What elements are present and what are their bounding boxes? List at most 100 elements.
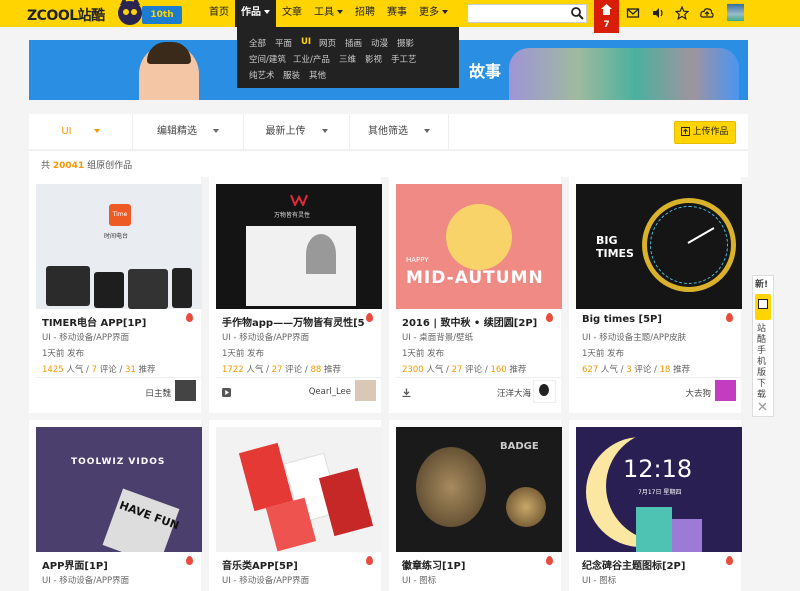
fire-icon (726, 313, 733, 322)
home-notification-button[interactable]: 7 (594, 0, 619, 33)
category-fashion[interactable]: 服装 (283, 69, 300, 81)
chevron-down-icon (264, 10, 270, 14)
category-space[interactable]: 空间/建筑 (249, 53, 286, 65)
nav-contests[interactable]: 赛事 (381, 0, 413, 27)
nav-more[interactable]: 更多 (413, 0, 454, 27)
author-name[interactable]: 大去狗 (685, 387, 711, 399)
notification-count: 7 (603, 20, 610, 30)
nav-works[interactable]: 作品 (235, 0, 276, 27)
zcool-logo[interactable]: ZCOOL站酷 (27, 5, 105, 25)
filter-category[interactable]: UI (29, 114, 133, 149)
work-category[interactable]: UI - 移动设备主题/APP皮肤 (582, 331, 686, 343)
work-title[interactable]: 2016 | 致中秋 • 续团圆[2P] (402, 314, 544, 329)
nav-jobs[interactable]: 招聘 (349, 0, 381, 27)
upload-works-button[interactable]: 上传作品 (674, 121, 736, 144)
chevron-down-icon (442, 10, 448, 14)
category-illustration[interactable]: 插画 (345, 37, 362, 49)
chevron-down-icon (93, 129, 100, 133)
work-thumbnail[interactable]: TOOLWIZ VIDOS HAVE FUN (36, 427, 202, 552)
work-thumbnail[interactable] (216, 427, 382, 552)
search-input[interactable] (467, 4, 587, 23)
work-title[interactable]: 手作物app——万物皆有灵性[5P] (222, 314, 364, 329)
category-ui[interactable]: UI (301, 37, 311, 47)
category-photo[interactable]: 摄影 (397, 37, 414, 49)
fire-icon (366, 313, 373, 322)
category-craft[interactable]: 手工艺 (391, 53, 417, 65)
app-download-sidebar[interactable]: 新! 站 酷 手 机 版 下 载 (752, 275, 774, 417)
chevron-down-icon (337, 10, 343, 14)
work-stats: 2300 人气 / 27 评论 / 160 推荐 (402, 365, 527, 375)
category-anime[interactable]: 动漫 (371, 37, 388, 49)
category-3d[interactable]: 三维 (339, 53, 356, 65)
avatar[interactable] (727, 4, 744, 21)
work-thumbnail[interactable]: Time 时间电台 (36, 184, 202, 309)
works-count-bar: 共 20041 组原创作品 (29, 150, 748, 177)
work-category[interactable]: UI - 移动设备/APP界面 (42, 331, 129, 343)
work-title[interactable]: APP界面[1P] (42, 557, 184, 572)
work-card[interactable]: 音乐类APP[5P] UI - 移动设备/APP界面 (209, 420, 382, 591)
anniversary-badge[interactable]: 10th (142, 6, 182, 24)
category-web[interactable]: 网页 (319, 37, 336, 49)
nav-tools[interactable]: 工具 (308, 0, 349, 27)
category-film[interactable]: 影视 (365, 53, 382, 65)
filter-other[interactable]: 其他筛选 (350, 114, 449, 149)
author-avatar[interactable] (175, 380, 196, 401)
fire-icon (546, 556, 553, 565)
work-thumbnail[interactable]: 12:18 7月17日 星期四 (576, 427, 742, 552)
work-thumbnail[interactable]: HAPPY MID-AUTUMN (396, 184, 562, 309)
work-title[interactable]: 徽章练习[1P] (402, 557, 544, 572)
work-thumbnail[interactable]: 万物皆有灵性 (216, 184, 382, 309)
mail-icon[interactable] (626, 6, 640, 20)
work-card[interactable]: HAPPY MID-AUTUMN 2016 | 致中秋 • 续团圆[2P] UI… (389, 177, 562, 413)
work-title[interactable]: Big times [5P] (582, 314, 724, 325)
category-industrial[interactable]: 工业/产品 (293, 53, 330, 65)
author-avatar[interactable] (355, 380, 376, 401)
work-thumbnail[interactable]: BADGE (396, 427, 562, 552)
category-other[interactable]: 其他 (309, 69, 326, 81)
work-category[interactable]: UI - 桌面背景/壁纸 (402, 331, 473, 343)
works-category-dropdown: 全部 平面 UI 网页 插画 动漫 摄影 空间/建筑 工业/产品 三维 影视 手… (237, 27, 459, 88)
fire-icon (366, 556, 373, 565)
filter-sort[interactable]: 最新上传 (244, 114, 350, 149)
category-fine-art[interactable]: 纯艺术 (249, 69, 275, 81)
work-time: 1天前 发布 (402, 349, 445, 359)
work-title[interactable]: 纪念碑谷主题图标[2P] (582, 557, 724, 572)
search-icon[interactable] (570, 6, 584, 20)
work-category[interactable]: UI - 图标 (402, 574, 436, 586)
work-card[interactable]: BIG TIMES Big times [5P] UI - 移动设备主题/APP… (569, 177, 742, 413)
work-thumbnail[interactable]: BIG TIMES (576, 184, 742, 309)
nav-home[interactable]: 首页 (203, 0, 235, 27)
chevron-down-icon (321, 129, 328, 133)
author-name[interactable]: 曰主魏 (145, 387, 171, 399)
qr-code-icon (755, 294, 771, 320)
category-all[interactable]: 全部 (249, 37, 266, 49)
close-icon[interactable] (758, 402, 767, 411)
work-category[interactable]: UI - 移动设备/APP界面 (222, 574, 309, 586)
download-icon (402, 388, 411, 397)
work-title[interactable]: TIMER电台 APP[1P] (42, 314, 184, 329)
fire-icon (546, 313, 553, 322)
author-name[interactable]: Qearl_Lee (309, 387, 351, 397)
work-card[interactable]: TOOLWIZ VIDOS HAVE FUN APP界面[1P] UI - 移动… (29, 420, 202, 591)
work-category[interactable]: UI - 移动设备/APP界面 (222, 331, 309, 343)
cloud-upload-icon[interactable] (700, 6, 714, 20)
work-time: 1天前 发布 (582, 349, 625, 359)
work-card[interactable]: BADGE 徽章练习[1P] UI - 图标 (389, 420, 562, 591)
filter-editor-pick[interactable]: 编辑精选 (133, 114, 244, 149)
star-icon[interactable] (675, 6, 689, 20)
work-card[interactable]: 万物皆有灵性 手作物app——万物皆有灵性[5P] UI - 移动设备/APP界… (209, 177, 382, 413)
work-title[interactable]: 音乐类APP[5P] (222, 557, 364, 572)
author-avatar[interactable] (715, 380, 736, 401)
top-bar: ZCOOL站酷 10th 首页 作品 文章 工具 招聘 赛事 更多 7 (0, 0, 800, 33)
work-category[interactable]: UI - 图标 (582, 574, 616, 586)
work-card[interactable]: 12:18 7月17日 星期四 纪念碑谷主题图标[2P] UI - 图标 (569, 420, 742, 591)
nav-articles[interactable]: 文章 (276, 0, 308, 27)
main-nav: 首页 作品 文章 工具 招聘 赛事 更多 (203, 0, 454, 27)
category-graphic[interactable]: 平面 (275, 37, 292, 49)
work-card[interactable]: Time 时间电台 TIMER电台 APP[1P] UI - 移动设备/APP界… (29, 177, 202, 413)
upload-icon (681, 127, 691, 136)
author-name[interactable]: 汪洋大海 (497, 387, 531, 399)
sound-icon[interactable] (651, 6, 665, 20)
work-category[interactable]: UI - 移动设备/APP界面 (42, 574, 129, 586)
author-avatar[interactable] (533, 380, 556, 403)
